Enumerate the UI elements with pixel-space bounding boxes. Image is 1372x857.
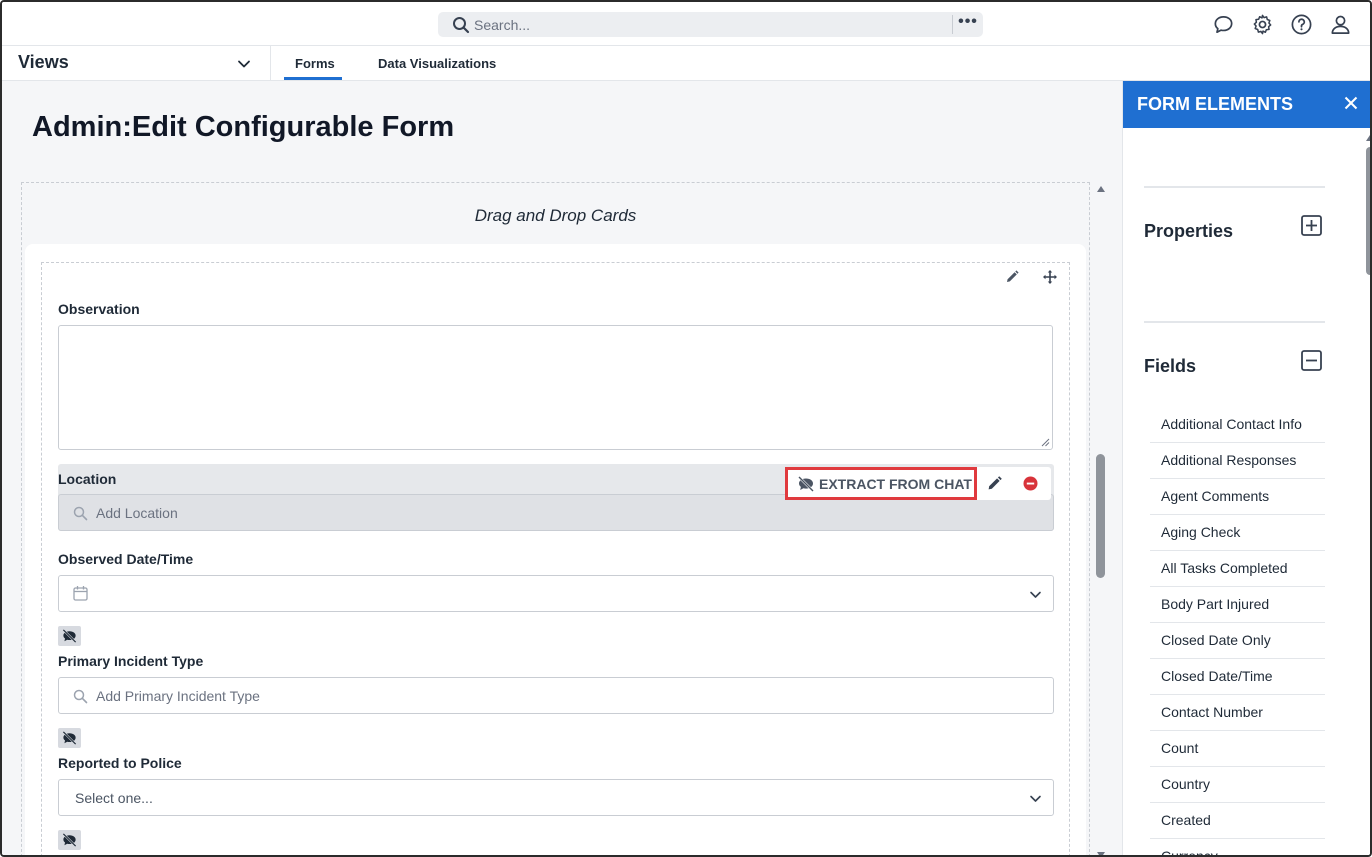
field-item[interactable]: Aging Check — [1150, 515, 1325, 551]
observation-textarea[interactable] — [58, 325, 1053, 450]
chat-hidden-badge[interactable] — [58, 830, 81, 850]
chat-hidden-badge[interactable] — [58, 626, 81, 646]
panel-title: FORM ELEMENTS — [1137, 94, 1293, 114]
field-item[interactable]: Contact Number — [1150, 695, 1325, 731]
field-item[interactable]: Additional Responses — [1150, 443, 1325, 479]
form-elements-panel: FORM ELEMENTS Properties Fields Addition… — [1122, 81, 1372, 855]
chat-off-icon — [798, 476, 814, 492]
field-item[interactable]: Country — [1150, 767, 1325, 803]
views-divider — [270, 46, 271, 81]
observed-datetime-label: Observed Date/Time — [58, 551, 194, 567]
expand-plus-icon[interactable] — [1301, 215, 1322, 236]
chat-icon[interactable] — [1212, 13, 1235, 36]
close-icon[interactable] — [1344, 96, 1358, 110]
views-dropdown[interactable]: Views — [18, 52, 69, 73]
location-field[interactable]: Location Add Location EXTRACT FROM CHAT — [58, 464, 1054, 531]
field-item[interactable]: Body Part Injured — [1150, 587, 1325, 623]
move-card-icon[interactable] — [1042, 269, 1058, 285]
search-icon — [453, 17, 470, 34]
edit-field-icon[interactable] — [987, 476, 1002, 491]
reported-to-police-value: Select one... — [75, 790, 153, 806]
active-tab-indicator — [284, 77, 342, 80]
card-drop-zone: Drag and Drop Cards Observation Location… — [21, 182, 1090, 855]
collapse-minus-icon[interactable] — [1301, 350, 1322, 371]
page-title: Admin:Edit Configurable Form — [32, 111, 454, 144]
chat-off-icon — [62, 833, 77, 847]
panel-divider — [1144, 186, 1325, 188]
fields-section-title: Fields — [1144, 356, 1197, 376]
main-scrollbar-thumb[interactable] — [1096, 454, 1105, 578]
chevron-down-icon[interactable] — [236, 56, 252, 72]
reported-to-police-select[interactable]: Select one... — [58, 779, 1054, 816]
page-title-section: Admin — [32, 111, 123, 143]
main-content: Admin:Edit Configurable Form Drag and Dr… — [2, 81, 1122, 857]
form-card: Observation Location Add Location EXTRAC… — [25, 244, 1086, 855]
search-icon — [73, 689, 88, 704]
views-bar: Views Forms Data Visualizations — [2, 46, 1370, 81]
settings-gear-icon[interactable] — [1251, 13, 1274, 36]
field-list: Additional Contact Info Additional Respo… — [1150, 407, 1325, 855]
chevron-down-icon[interactable] — [1029, 792, 1042, 805]
scroll-down-arrow-icon[interactable] — [1096, 851, 1106, 857]
observation-label: Observation — [58, 301, 140, 317]
app-window: Search... ••• Views Forms Data Visualiza… — [0, 0, 1372, 857]
drag-drop-hint: Drag and Drop Cards — [474, 206, 637, 225]
search-bar[interactable]: Search... ••• — [438, 12, 983, 37]
user-icon[interactable] — [1329, 13, 1352, 36]
help-icon[interactable] — [1290, 13, 1313, 36]
search-icon — [73, 506, 88, 521]
search-input[interactable]: Search... — [474, 17, 530, 33]
chat-off-icon — [62, 629, 77, 643]
chat-hidden-badge[interactable] — [58, 728, 81, 748]
field-item[interactable]: Additional Contact Info — [1150, 407, 1325, 443]
page-title-subtitle: Edit Configurable Form — [131, 111, 455, 143]
location-placeholder: Add Location — [96, 505, 178, 521]
field-item[interactable]: Closed Date/Time — [1150, 659, 1325, 695]
top-bar: Search... ••• — [2, 2, 1370, 46]
panel-divider — [1144, 321, 1325, 323]
observed-datetime-picker[interactable] — [58, 575, 1054, 612]
field-item[interactable]: Created — [1150, 803, 1325, 839]
extract-from-chat-button[interactable]: EXTRACT FROM CHAT — [785, 467, 977, 500]
tab-forms[interactable]: Forms — [295, 56, 335, 71]
extract-from-chat-label: EXTRACT FROM CHAT — [819, 476, 972, 492]
scroll-up-arrow-icon[interactable] — [1365, 134, 1372, 142]
field-item[interactable]: Count — [1150, 731, 1325, 767]
field-item[interactable]: All Tasks Completed — [1150, 551, 1325, 587]
chat-off-icon — [62, 731, 77, 745]
remove-field-icon[interactable] — [1023, 476, 1038, 491]
resize-handle-icon[interactable] — [1041, 438, 1050, 447]
reported-to-police-label: Reported to Police — [58, 755, 182, 771]
location-actions — [977, 467, 1051, 500]
tab-data-visualizations[interactable]: Data Visualizations — [378, 56, 496, 71]
location-label: Location — [58, 471, 117, 487]
scroll-up-arrow-icon[interactable] — [1096, 185, 1106, 193]
page-title-separator: : — [122, 111, 132, 143]
more-options-button[interactable]: ••• — [956, 13, 980, 35]
primary-incident-type-placeholder: Add Primary Incident Type — [96, 688, 260, 704]
calendar-icon — [73, 586, 88, 601]
field-item[interactable]: Agent Comments — [1150, 479, 1325, 515]
chevron-down-icon[interactable] — [1029, 588, 1042, 601]
field-drop-zone: Observation Location Add Location EXTRAC… — [41, 262, 1070, 855]
search-divider — [952, 15, 953, 34]
properties-section-title: Properties — [1144, 221, 1234, 241]
panel-scrollbar-thumb[interactable] — [1366, 147, 1370, 275]
field-item[interactable]: Closed Date Only — [1150, 623, 1325, 659]
primary-incident-type-input[interactable]: Add Primary Incident Type — [58, 677, 1054, 714]
panel-header: FORM ELEMENTS — [1123, 81, 1370, 128]
field-item[interactable]: Currency — [1150, 839, 1325, 855]
primary-incident-type-label: Primary Incident Type — [58, 653, 204, 669]
edit-card-icon[interactable] — [1005, 270, 1019, 284]
